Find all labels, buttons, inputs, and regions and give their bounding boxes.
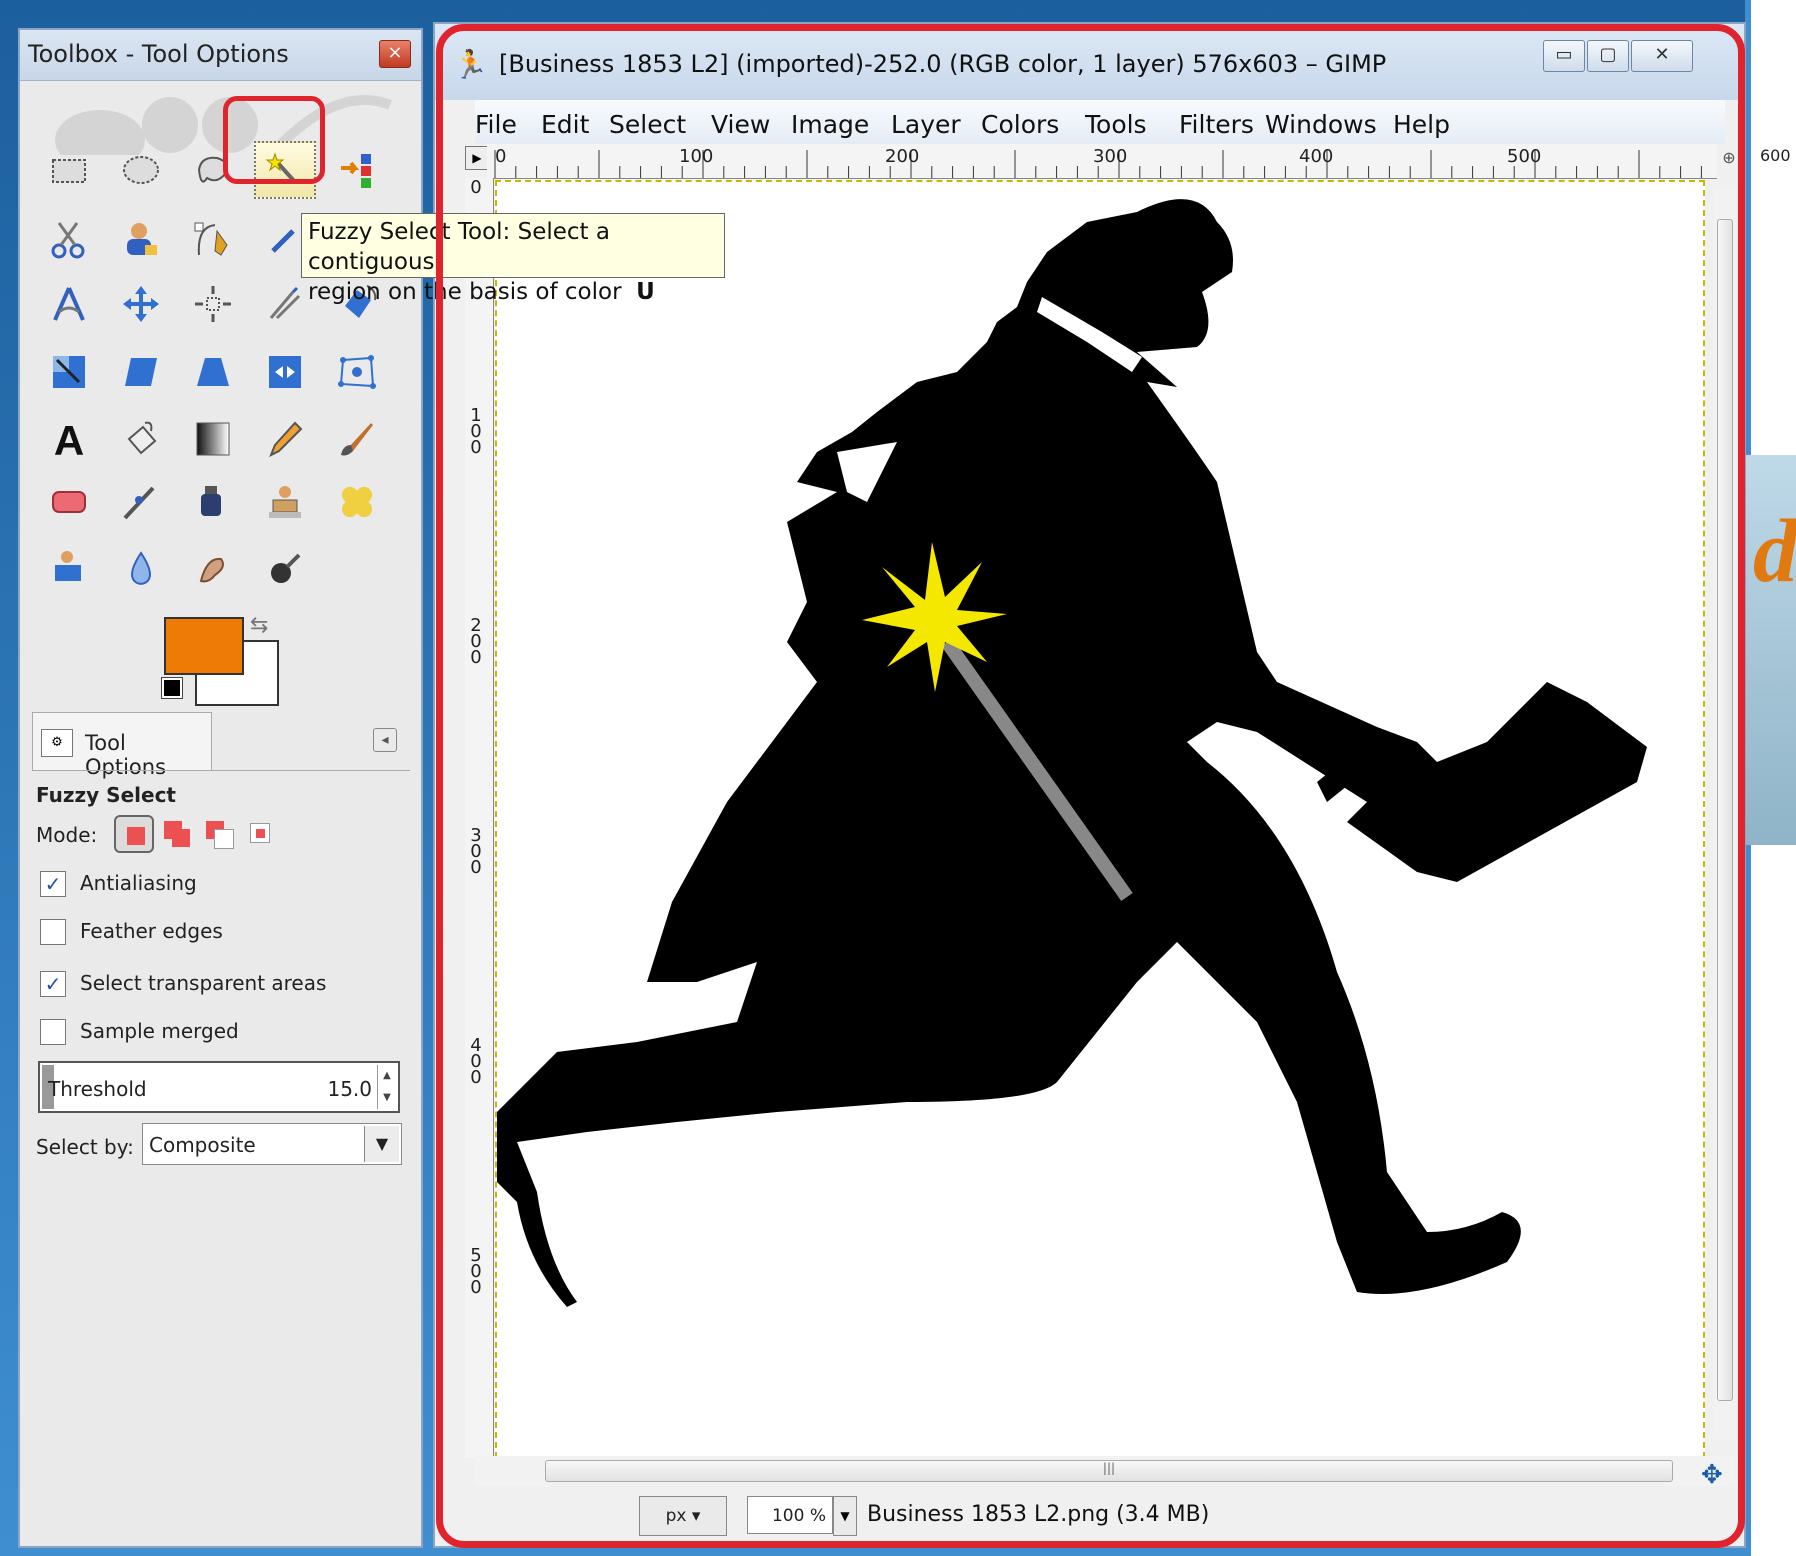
feather-edges-label: Feather edges: [80, 919, 223, 943]
menu-file[interactable]: File: [475, 110, 517, 139]
window-title: [Business 1853 L2] (imported)-252.0 (RGB…: [499, 50, 1387, 78]
select-by-label: Select by:: [36, 1135, 134, 1159]
sample-merged-label: Sample merged: [80, 1019, 239, 1043]
ruler-label-300: 300: [1093, 146, 1128, 167]
menu-filters[interactable]: Filters: [1179, 110, 1254, 139]
ruler-label-400: 400: [1299, 146, 1334, 167]
horizontal-scroll-thumb[interactable]: |||: [545, 1460, 1673, 1482]
mode-add-button[interactable]: [158, 815, 198, 853]
vruler-label-0: 0: [470, 177, 482, 198]
image-window-titlebar[interactable]: 🏃 [Business 1853 L2] (imported)-252.0 (R…: [435, 24, 1744, 100]
tooltip-line-1: Fuzzy Select Tool: Select a contiguous: [308, 219, 610, 275]
antialiasing-checkbox[interactable]: ✓: [40, 871, 66, 897]
vertical-scroll-thumb[interactable]: [1717, 219, 1733, 1401]
menu-image[interactable]: Image: [791, 110, 869, 139]
zoom-field[interactable]: 100 %: [747, 1496, 833, 1534]
antialiasing-label: Antialiasing: [80, 871, 197, 895]
horizontal-ruler[interactable]: 0 100 200 300 400 500: [487, 144, 1717, 179]
mode-label: Mode:: [36, 823, 98, 847]
tooltip-line-2: region on the basis of color U: [308, 277, 718, 307]
unit-selector[interactable]: px ▾: [639, 1496, 727, 1536]
chevron-down-icon[interactable]: ▼: [364, 1126, 399, 1162]
select-by-value: Composite: [149, 1133, 256, 1157]
magic-wand-illustration: [862, 542, 1133, 902]
menu-view[interactable]: View: [711, 110, 770, 139]
menu-select[interactable]: Select: [609, 110, 686, 139]
tooltip-line-2-text: region on the basis of color: [308, 279, 622, 305]
background-text-fragment: d: [1753, 502, 1796, 601]
fuzzy-select-tooltip: Fuzzy Select Tool: Select a contiguous r…: [301, 213, 725, 305]
select-transparent-label: Select transparent areas: [80, 971, 327, 995]
menu-edit[interactable]: Edit: [541, 110, 589, 139]
ruler-label-100: 100: [679, 146, 714, 167]
vruler-label-500: 500: [470, 1245, 482, 1298]
threshold-label: Threshold: [48, 1077, 147, 1101]
select-by-dropdown[interactable]: Composite ▼: [142, 1123, 402, 1165]
vruler-label-100: 100: [470, 405, 482, 458]
menu-layer[interactable]: Layer: [891, 110, 961, 139]
file-info: Business 1853 L2.png (3.4 MB): [867, 1502, 1210, 1527]
maximize-button[interactable]: ▢: [1587, 40, 1629, 72]
close-button[interactable]: ✕: [1631, 40, 1693, 72]
feather-edges-checkbox[interactable]: [40, 919, 66, 945]
tool-options-tab-icon: ⚙: [41, 729, 73, 757]
ruler-label-200: 200: [885, 146, 920, 167]
image-canvas[interactable]: [495, 180, 1705, 1458]
tooltip-shortcut: U: [636, 279, 655, 305]
ruler-label-500: 500: [1507, 146, 1542, 167]
minimize-button[interactable]: ▭: [1543, 40, 1585, 72]
mode-replace-button[interactable]: [114, 815, 154, 853]
vruler-label-300: 300: [470, 825, 482, 878]
sample-merged-checkbox[interactable]: [40, 1019, 66, 1045]
tab-tool-options[interactable]: ⚙ Tool Options: [32, 712, 212, 779]
threshold-spin-buttons[interactable]: ▲ ▼: [377, 1065, 396, 1109]
tab-menu-button[interactable]: ◂: [373, 728, 397, 752]
background-window: d: [1745, 0, 1796, 1556]
zoom-image-button[interactable]: ⊕: [1717, 148, 1741, 172]
zoom-dropdown-button[interactable]: ▼: [833, 1496, 857, 1536]
gimp-app-icon: 🏃: [453, 48, 488, 81]
vruler-label-200: 200: [470, 615, 482, 668]
tool-options-heading: Fuzzy Select: [36, 783, 176, 807]
menu-colors[interactable]: Colors: [981, 110, 1059, 139]
threshold-value: 15.0: [327, 1077, 372, 1101]
ruler-label-600: 600: [1760, 146, 1791, 165]
foreground-color-swatch[interactable]: [164, 617, 244, 675]
quick-mask-menu-button[interactable]: ▶: [465, 146, 489, 170]
menu-windows[interactable]: Windows: [1265, 110, 1377, 139]
tool-options-panel: Fuzzy Select Mode: ✓ Antialiasing Feathe…: [32, 770, 410, 1521]
menu-help[interactable]: Help: [1393, 110, 1450, 139]
menu-tools[interactable]: Tools: [1085, 110, 1147, 139]
menubar: File Edit Select View Image Layer Colors…: [475, 100, 1725, 144]
vruler-label-400: 400: [470, 1035, 482, 1088]
status-bar: px ▾ 100 % ▼ Business 1853 L2.png (3.4 M…: [475, 1486, 1735, 1542]
mode-subtract-button[interactable]: [200, 815, 240, 853]
vertical-scrollbar[interactable]: [1713, 189, 1737, 1439]
ruler-label-0: 0: [495, 146, 507, 167]
select-transparent-checkbox[interactable]: ✓: [40, 971, 66, 997]
mode-intersect-button[interactable]: [242, 815, 282, 853]
unit-value: px: [665, 1506, 687, 1526]
threshold-slider[interactable]: Threshold 15.0 ▲ ▼: [38, 1061, 400, 1113]
vertical-ruler[interactable]: 0 100 200 300 400 500: [465, 178, 494, 1458]
horizontal-scrollbar[interactable]: |||: [475, 1456, 1735, 1486]
